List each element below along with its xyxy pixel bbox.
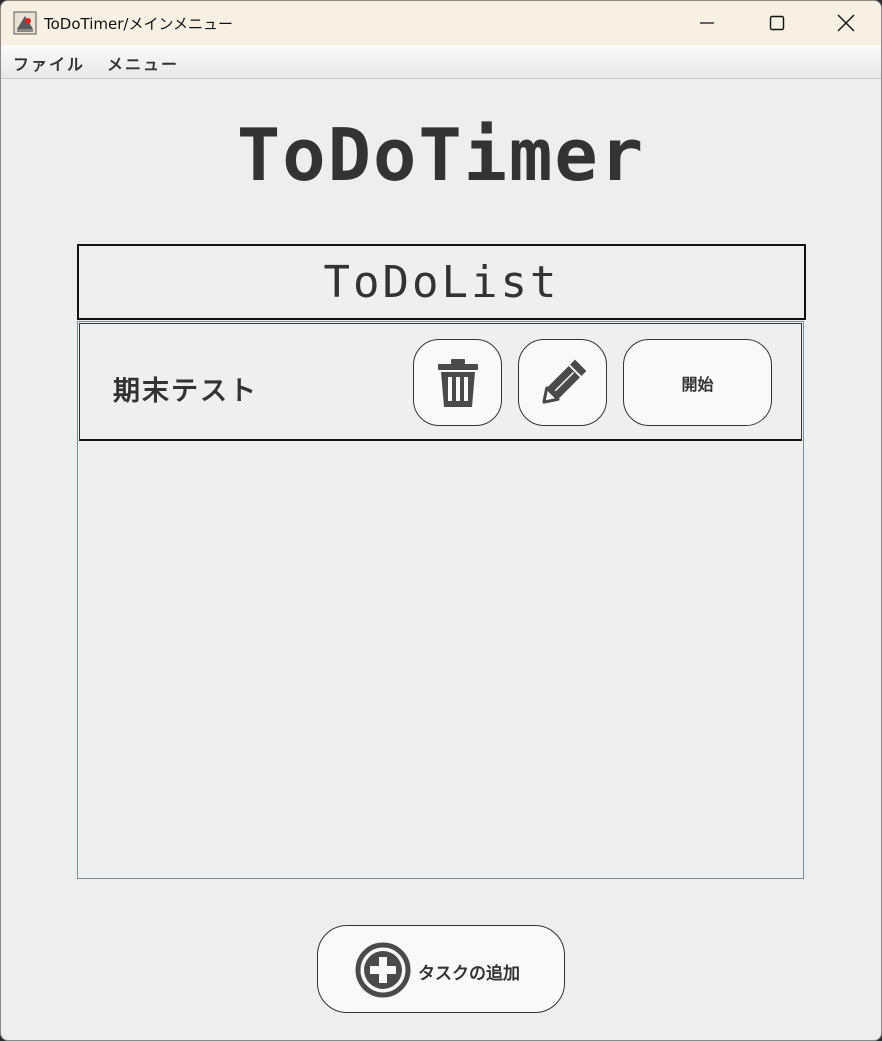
title-bar[interactable]: ToDoTimer/メインメニュー — [1, 1, 881, 45]
todo-list[interactable]: 期末テスト 開始 — [77, 321, 804, 879]
edit-task-button[interactable] — [518, 339, 607, 426]
start-task-button[interactable]: 開始 — [623, 339, 772, 426]
plus-circle-icon — [355, 942, 411, 998]
window-title: ToDoTimer/メインメニュー — [44, 15, 233, 33]
task-name: 期末テスト — [113, 376, 258, 407]
maximize-icon — [769, 15, 785, 31]
app-title: ToDoTimer — [236, 113, 646, 197]
minimize-button[interactable] — [672, 1, 742, 45]
main-window: ToDoTimer/メインメニュー ファイル メニュー ToDoTimer To… — [0, 0, 882, 1041]
close-button[interactable] — [811, 1, 881, 45]
task-row: 期末テスト 開始 — [79, 323, 802, 441]
minimize-icon — [700, 22, 714, 24]
close-icon — [837, 14, 855, 32]
menu-bar: ファイル メニュー — [1, 45, 881, 79]
maximize-button[interactable] — [742, 1, 812, 45]
java-app-icon — [13, 11, 37, 35]
add-task-button[interactable]: タスクの追加 — [317, 925, 565, 1013]
menu-menu[interactable]: メニュー — [107, 51, 179, 75]
menu-file[interactable]: ファイル — [13, 51, 85, 75]
trash-icon — [437, 358, 478, 407]
delete-task-button[interactable] — [413, 339, 502, 426]
add-task-label: タスクの追加 — [418, 964, 520, 984]
pencil-icon — [541, 359, 586, 404]
todo-list-header: ToDoList — [77, 244, 806, 320]
